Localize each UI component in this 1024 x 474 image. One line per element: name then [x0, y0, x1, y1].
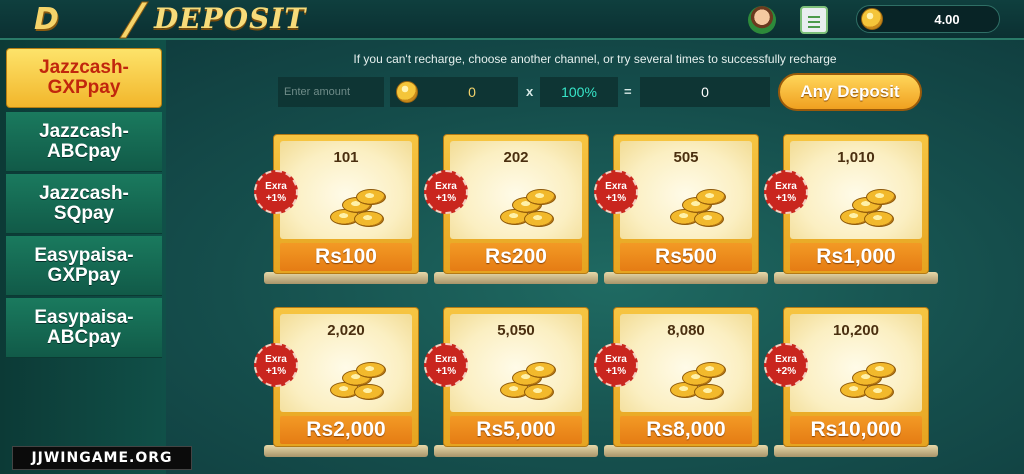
package-card[interactable]: 505 Rs500 Exra +1% [594, 134, 768, 286]
package-price: Rs100 [280, 243, 412, 271]
bonus-badge: Exra +1% [254, 170, 298, 214]
payment-channel-sidebar: Jazzcash- GXPpay Jazzcash- ABCpay Jazzca… [0, 40, 166, 474]
bonus-percent: +1% [775, 193, 797, 204]
coin-stack-icon [328, 358, 388, 402]
bonus-badge: Exra +1% [594, 170, 638, 214]
sidebar-item-easypaisa-abcpay[interactable]: Easypaisa- ABCpay [6, 298, 162, 358]
package-coins: 202 [503, 149, 529, 166]
coin-stack-icon [498, 185, 558, 229]
slash-divider-icon [119, 1, 149, 39]
card-inner: 10,200 [790, 314, 922, 412]
bonus-badge: Exra +1% [424, 343, 468, 387]
coin-stack-icon [328, 185, 388, 229]
coin-icon [396, 81, 418, 103]
coin-stack-icon [838, 185, 898, 229]
bonus-percent: +1% [265, 193, 287, 204]
bonus-label: Exra [435, 354, 457, 365]
bonus-label: Exra [605, 181, 627, 192]
rate-display: 100% [540, 77, 618, 107]
sidebar-item-jazzcash-sqpay[interactable]: Jazzcash- SQpay [6, 174, 162, 234]
bonus-percent: +2% [775, 366, 797, 377]
page-title: DEPOSIT [154, 2, 307, 35]
package-card[interactable]: 101 Rs100 Exra +1% [254, 134, 428, 286]
package-coins: 101 [333, 149, 359, 166]
package-price: Rs1,000 [790, 243, 922, 271]
bonus-badge: Exra +1% [424, 170, 468, 214]
equals-sign: = [624, 84, 632, 99]
balance-display: 4.00 [856, 5, 1000, 33]
sidebar-item-jazzcash-gxppay[interactable]: Jazzcash- GXPpay [6, 48, 162, 108]
records-clipboard-icon[interactable] [800, 6, 828, 34]
package-price: Rs500 [620, 243, 752, 271]
package-card[interactable]: 10,200 Rs10,000 Exra +2% [764, 307, 938, 459]
any-deposit-button[interactable]: Any Deposit [778, 73, 922, 111]
card-inner: 2,020 [280, 314, 412, 412]
coin-stack-icon [668, 358, 728, 402]
package-card[interactable]: 2,020 Rs2,000 Exra +1% [254, 307, 428, 459]
bonus-label: Exra [775, 354, 797, 365]
bonus-badge: Exra +2% [764, 343, 808, 387]
bonus-percent: +1% [265, 366, 287, 377]
bonus-label: Exra [605, 354, 627, 365]
bonus-percent: +1% [605, 193, 627, 204]
coin-amount-display: 0 [390, 77, 518, 107]
bonus-badge: Exra +1% [254, 343, 298, 387]
card-inner: 101 [280, 141, 412, 239]
customer-service-icon[interactable] [748, 6, 776, 34]
card-inner: 5,050 [450, 314, 582, 412]
bonus-percent: +1% [435, 366, 457, 377]
package-card[interactable]: 8,080 Rs8,000 Exra +1% [594, 307, 768, 459]
package-card[interactable]: 202 Rs200 Exra +1% [424, 134, 598, 286]
bonus-label: Exra [265, 354, 287, 365]
coin-stack-icon [498, 358, 558, 402]
amount-input[interactable] [278, 77, 384, 107]
package-price: Rs10,000 [790, 416, 922, 444]
balance-value: 4.00 [934, 12, 960, 27]
package-coins: 10,200 [833, 322, 879, 339]
multiply-sign: x [526, 84, 534, 99]
coin-stack-icon [838, 358, 898, 402]
package-price: Rs5,000 [450, 416, 582, 444]
watermark: JJWINGAME.ORG [12, 446, 192, 470]
coin-icon [861, 8, 883, 30]
recharge-hint: If you can't recharge, choose another ch… [353, 52, 837, 66]
package-price: Rs8,000 [620, 416, 752, 444]
package-price: Rs200 [450, 243, 582, 271]
bonus-label: Exra [265, 181, 287, 192]
bonus-percent: +1% [605, 366, 627, 377]
sidebar-item-jazzcash-abcpay[interactable]: Jazzcash- ABCpay [6, 112, 162, 172]
back-logo-button[interactable]: D [34, 4, 90, 36]
package-coins: 1,010 [837, 149, 875, 166]
bonus-label: Exra [775, 181, 797, 192]
top-bar: D DEPOSIT 4.00 [0, 0, 1024, 40]
bonus-badge: Exra +1% [764, 170, 808, 214]
card-inner: 202 [450, 141, 582, 239]
package-price: Rs2,000 [280, 416, 412, 444]
package-coins: 5,050 [497, 322, 535, 339]
coin-amount-value: 0 [468, 84, 476, 100]
card-inner: 1,010 [790, 141, 922, 239]
bonus-badge: Exra +1% [594, 343, 638, 387]
card-inner: 505 [620, 141, 752, 239]
bonus-label: Exra [435, 181, 457, 192]
card-inner: 8,080 [620, 314, 752, 412]
bonus-percent: +1% [435, 193, 457, 204]
coin-stack-icon [668, 185, 728, 229]
package-card[interactable]: 1,010 Rs1,000 Exra +1% [764, 134, 938, 286]
package-card[interactable]: 5,050 Rs5,000 Exra +1% [424, 307, 598, 459]
result-display: 0 [640, 77, 770, 107]
package-coins: 8,080 [667, 322, 705, 339]
package-coins: 2,020 [327, 322, 365, 339]
package-coins: 505 [673, 149, 699, 166]
sidebar-item-easypaisa-gxppay[interactable]: Easypaisa- GXPpay [6, 236, 162, 296]
